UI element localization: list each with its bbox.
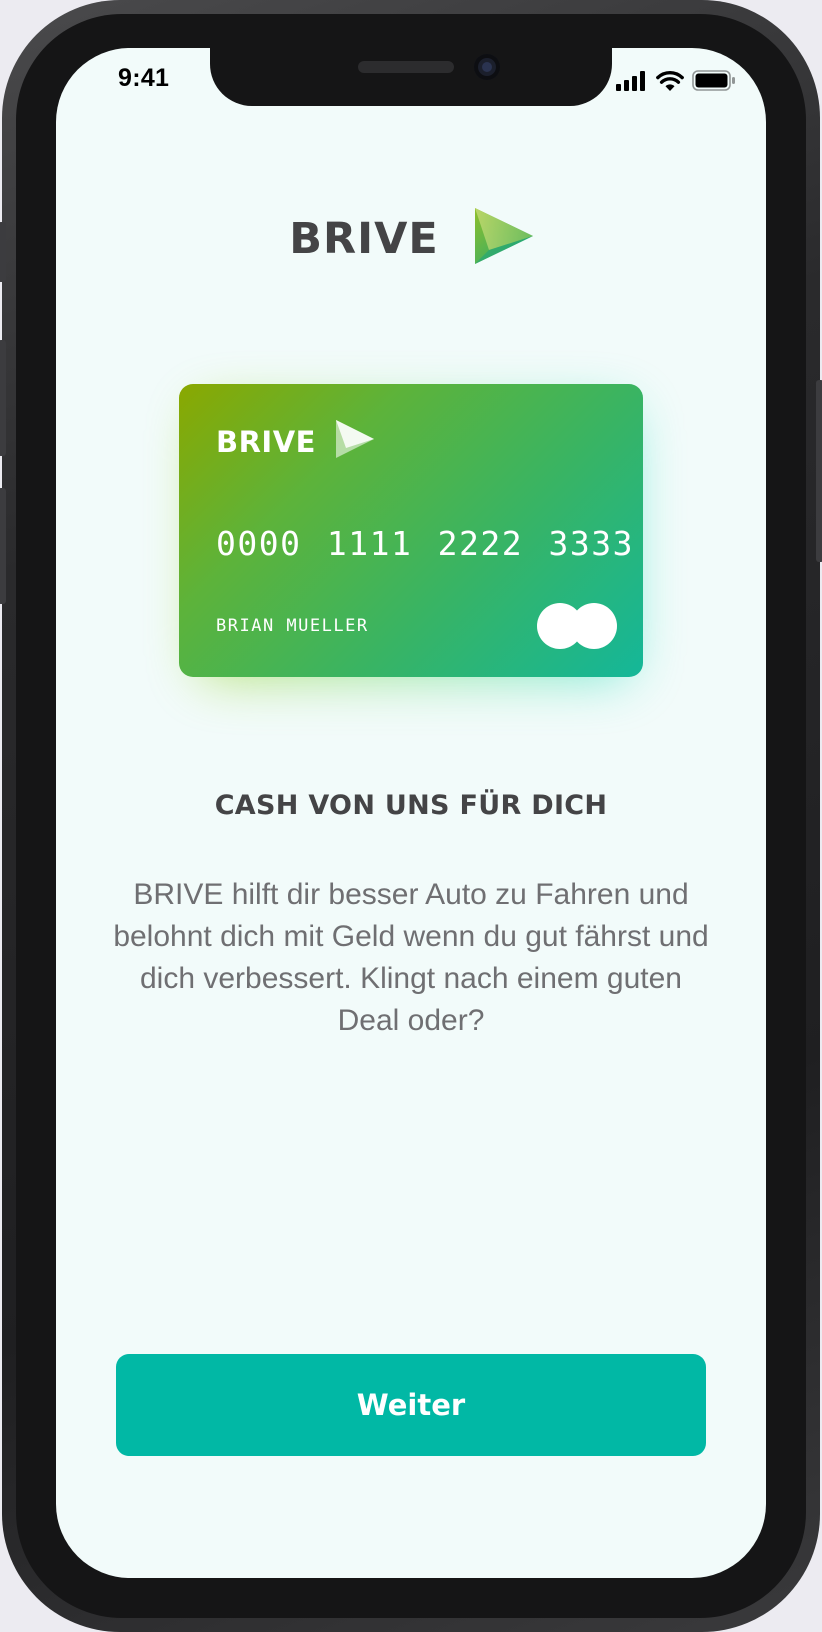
volume-down-button [0, 488, 6, 604]
brand-name: BRIVE [289, 213, 439, 264]
mute-switch [0, 222, 6, 282]
brand-logo: BRIVE [56, 208, 766, 269]
status-time: 9:41 [118, 64, 170, 92]
headline: CASH VON UNS FÜR DICH [214, 790, 608, 821]
speaker-grille [358, 61, 454, 73]
battery-icon [692, 70, 736, 96]
card-brand: BRIVE [216, 420, 374, 463]
continue-button[interactable]: Weiter [116, 1354, 706, 1456]
card-brand-name: BRIVE [216, 424, 316, 459]
card-network-circles-icon [537, 603, 617, 649]
front-camera [474, 54, 500, 80]
notch [210, 48, 612, 106]
card-play-triangle-icon [335, 420, 374, 463]
app-screen: 9:41 BRIVE BRIVE 0000 1111 2222 3333 BRI… [56, 48, 766, 1578]
wifi-icon [656, 70, 684, 96]
play-triangle-icon [474, 208, 533, 269]
volume-up-button [0, 340, 6, 456]
payment-card: BRIVE 0000 1111 2222 3333 BRIAN MUELLER [179, 384, 643, 677]
cellular-signal-icon [616, 70, 648, 96]
card-number: 0000 1111 2222 3333 [216, 524, 634, 563]
status-icons [616, 70, 736, 96]
description-text: BRIVE hilft dir besser Auto zu Fahren un… [113, 878, 709, 1037]
power-button [816, 380, 822, 562]
card-holder-name: BRIAN MUELLER [216, 616, 369, 636]
